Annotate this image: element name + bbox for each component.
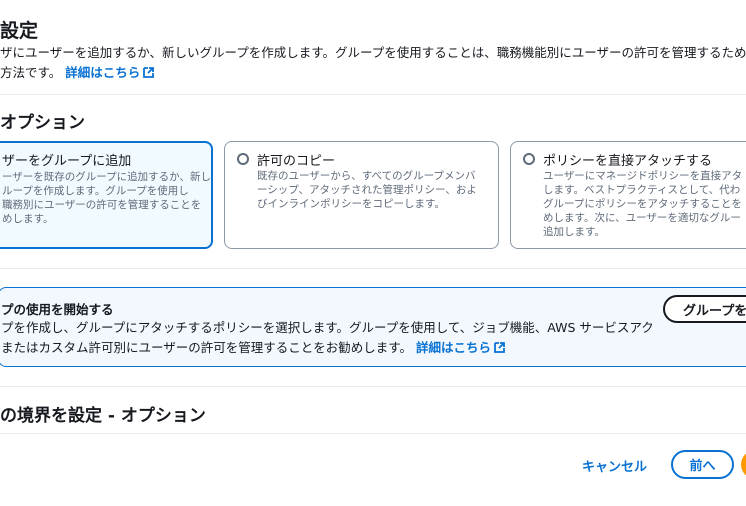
option-card-title: 許可のコピー xyxy=(257,154,336,169)
cancel-button[interactable]: キャンセル xyxy=(582,456,647,475)
radio-button[interactable] xyxy=(237,153,249,165)
option-card-add-to-group[interactable]: ザーをグループに追加 ーザーを既存のグループに追加するか、新し ループを作成しま… xyxy=(0,141,213,249)
page-description-line1: ザにユーザーを追加するか、新しいグループを作成します。グループを使用することは、… xyxy=(0,45,746,60)
info-box: プの使用を開始する プを作成し、グループにアタッチするポリシーを選択します。グル… xyxy=(0,287,746,367)
option-card-copy-permissions[interactable]: 許可のコピー 既存のユーザーから、すべてのグループメンバ ーシップ、アタッチされ… xyxy=(224,141,499,249)
option-card-desc-line: めします。次に、ユーザーを適切なグルー xyxy=(543,212,741,224)
external-link-icon xyxy=(143,67,155,78)
divider xyxy=(0,94,746,95)
option-card-desc-line: します。ベストプラクティスとして、代わ xyxy=(543,184,741,196)
option-card-desc-line: 既存のユーザーから、すべてのグループメンバ xyxy=(257,170,476,182)
page-description-line2: 方法です。 詳細はこちら xyxy=(0,63,746,83)
page-title: 設定 xyxy=(0,20,39,42)
option-card-title: ザーをグループに追加 xyxy=(2,154,132,169)
learn-more-label: 詳細はこちら xyxy=(65,65,141,80)
divider xyxy=(0,268,746,269)
option-card-desc: ーザーを既存のグループに追加するか、新し ループを作成します。グループを使用し … xyxy=(2,170,211,226)
divider xyxy=(0,433,746,434)
option-card-desc-line: 職務別にユーザーの許可を管理することを xyxy=(2,199,202,211)
info-box-text: プを作成し、グループにアタッチするポリシーを選択します。グループを使用して、ジョ… xyxy=(1,318,654,358)
option-card-desc-line: ユーザーにマネージドポリシーを直接アタ xyxy=(543,170,743,182)
info-box-line2-text: またはカスタム許可別にユーザーの許可を管理することをお勧めします。 xyxy=(1,340,413,355)
radio-button[interactable] xyxy=(523,153,535,165)
permissions-boundary-heading[interactable]: の境界を設定 - オプション xyxy=(0,401,206,426)
option-card-desc: 既存のユーザーから、すべてのグループメンバ ーシップ、アタッチされた管理ポリシー… xyxy=(257,169,477,211)
info-box-line2: またはカスタム許可別にユーザーの許可を管理することをお勧めします。 詳細はこちら xyxy=(1,338,654,358)
create-group-button[interactable]: グループを xyxy=(663,295,746,323)
learn-more-link[interactable]: 詳細はこちら xyxy=(65,65,155,80)
options-heading: オプション xyxy=(0,113,85,133)
option-card-desc-line: ループを作成します。グループを使用し xyxy=(2,185,189,197)
external-link-icon xyxy=(494,342,505,353)
option-card-desc-line: グループにポリシーをアタッチすることを xyxy=(543,198,742,210)
option-card-desc-line: ーシップ、アタッチされた管理ポリシー、およ xyxy=(257,184,477,196)
option-card-desc-line: めします。 xyxy=(2,213,54,225)
divider xyxy=(0,386,746,387)
option-card-desc-line: びインラインポリシーをコピーします。 xyxy=(257,198,445,210)
info-learn-more-link[interactable]: 詳細はこちら xyxy=(416,340,506,355)
option-card-title: ポリシーを直接アタッチする xyxy=(543,154,713,169)
info-learn-more-label: 詳細はこちら xyxy=(416,340,492,355)
page-description: ザにユーザーを追加するか、新しいグループを作成します。グループを使用することは、… xyxy=(0,43,746,83)
option-card-desc: ユーザーにマネージドポリシーを直接アタ します。ベストプラクティスとして、代わ … xyxy=(543,169,742,239)
next-button[interactable] xyxy=(741,450,746,479)
previous-button[interactable]: 前へ xyxy=(671,450,734,479)
option-card-attach-policies[interactable]: ポリシーを直接アタッチする ユーザーにマネージドポリシーを直接アタ します。ベス… xyxy=(510,141,746,249)
option-card-desc-line: ーザーを既存のグループに追加するか、新し xyxy=(2,171,211,183)
info-box-line1: プを作成し、グループにアタッチするポリシーを選択します。グループを使用して、ジョ… xyxy=(1,320,654,335)
page-description-line2-text: 方法です。 xyxy=(0,65,62,80)
option-card-desc-line: 追加します。 xyxy=(543,226,605,238)
info-box-title: プの使用を開始する xyxy=(1,302,114,317)
